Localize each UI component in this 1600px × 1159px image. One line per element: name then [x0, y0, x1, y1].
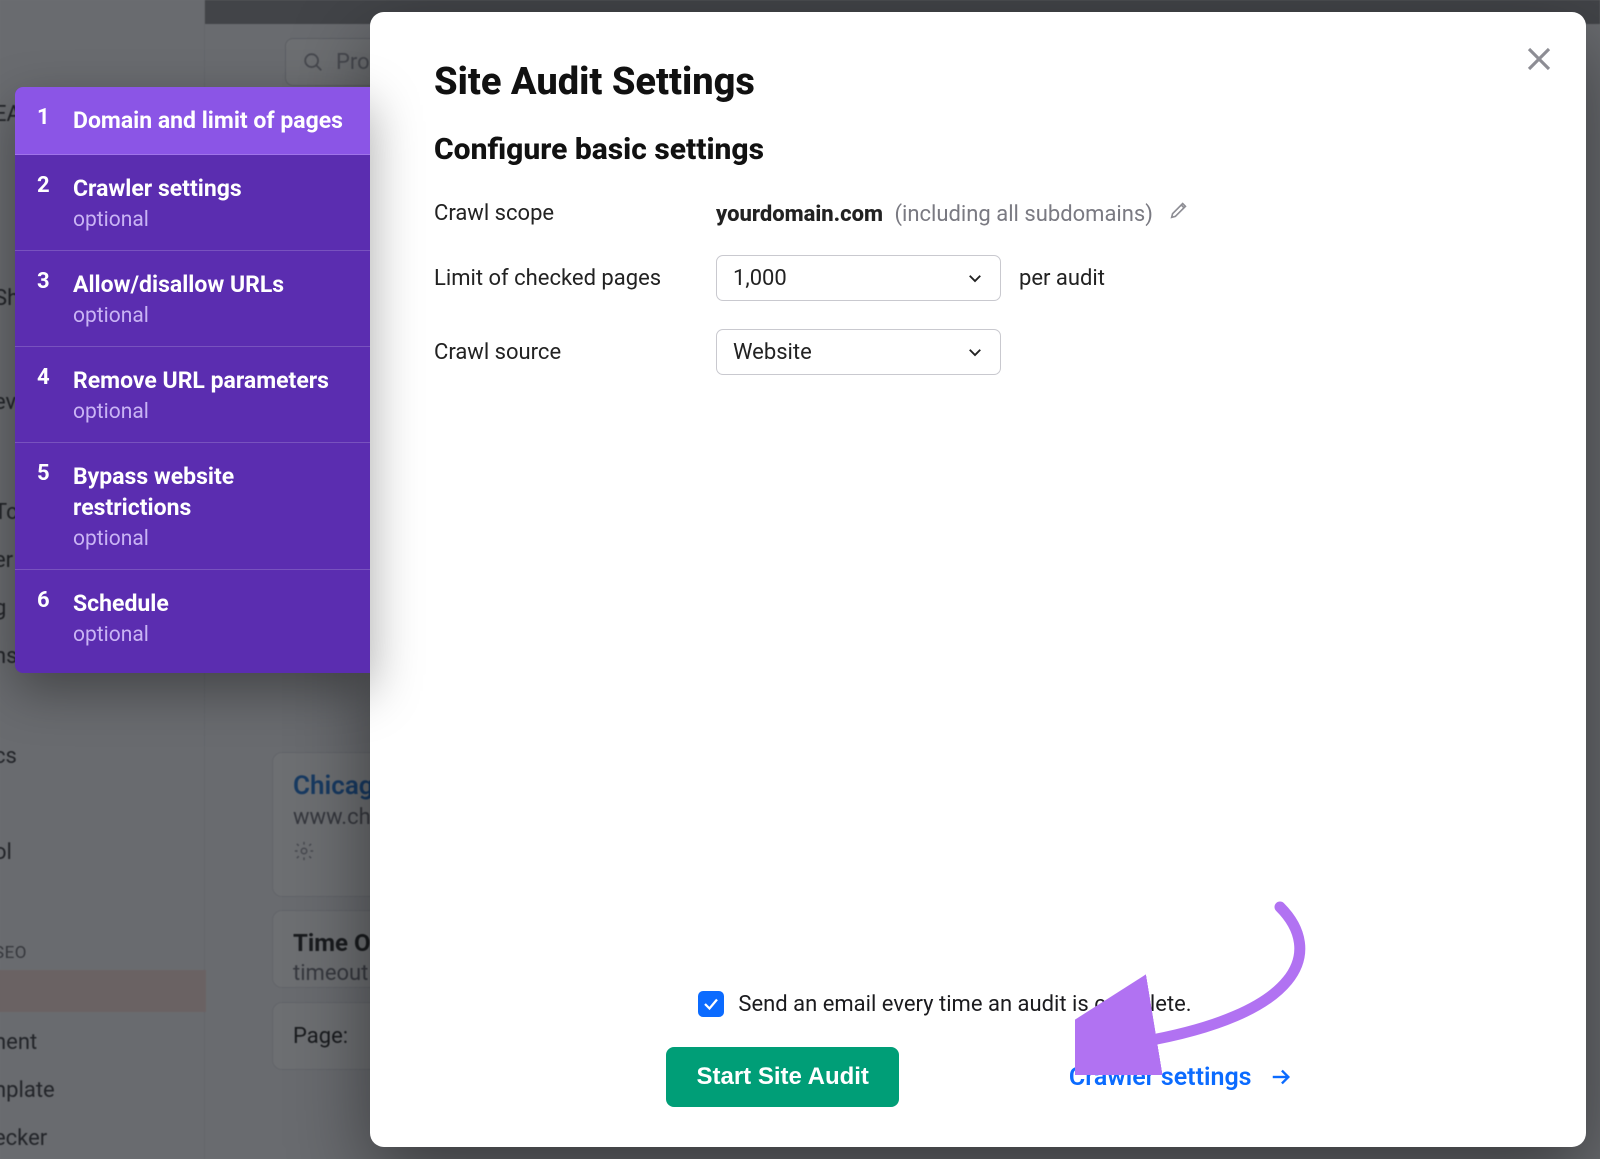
wizard-step-remove-params[interactable]: 4 Remove URL parameters optional: [15, 347, 370, 443]
step-number: 1: [37, 105, 51, 136]
pencil-icon: [1168, 199, 1190, 221]
step-number: 3: [37, 269, 51, 328]
check-icon: [702, 995, 720, 1013]
close-button[interactable]: [1520, 40, 1558, 78]
crawl-scope-value: yourdomain.com (including all subdomains…: [716, 199, 1190, 227]
email-notify-checkbox[interactable]: [698, 991, 724, 1017]
crawl-source-value: Website: [733, 340, 812, 365]
step-number: 5: [37, 461, 51, 551]
chevron-down-icon: [966, 343, 984, 361]
step-optional: optional: [73, 304, 284, 328]
row-limit-pages: Limit of checked pages 1,000 per audit: [434, 255, 1526, 301]
step-title: Crawler settings: [73, 173, 242, 204]
wizard-step-crawler[interactable]: 2 Crawler settings optional: [15, 155, 370, 251]
step-number: 6: [37, 588, 51, 647]
modal-footer: Send an email every time an audit is com…: [434, 991, 1526, 1107]
edit-scope-button[interactable]: [1168, 199, 1190, 221]
modal-title: Site Audit Settings: [434, 60, 1526, 104]
limit-suffix: per audit: [1019, 266, 1105, 291]
next-link-label: Crawler settings: [1069, 1063, 1252, 1092]
label-crawl-source: Crawl source: [434, 340, 716, 365]
site-audit-settings-modal: Site Audit Settings Configure basic sett…: [370, 12, 1586, 1147]
wizard-steps-nav: 1 Domain and limit of pages 2 Crawler se…: [15, 87, 370, 673]
step-optional: optional: [73, 623, 169, 647]
limit-pages-select[interactable]: 1,000: [716, 255, 1001, 301]
step-number: 4: [37, 365, 51, 424]
actions-row: Start Site Audit Crawler settings: [434, 1047, 1526, 1107]
step-title: Remove URL parameters: [73, 365, 329, 396]
wizard-step-bypass[interactable]: 5 Bypass website restrictions optional: [15, 443, 370, 570]
email-notify-label: Send an email every time an audit is com…: [738, 992, 1191, 1017]
start-site-audit-button[interactable]: Start Site Audit: [666, 1047, 898, 1107]
arrow-right-icon: [1268, 1066, 1294, 1088]
wizard-step-schedule[interactable]: 6 Schedule optional: [15, 570, 370, 673]
row-crawl-scope: Crawl scope yourdomain.com (including al…: [434, 199, 1526, 227]
wizard-step-urls[interactable]: 3 Allow/disallow URLs optional: [15, 251, 370, 347]
step-number: 2: [37, 173, 51, 232]
step-title: Bypass website restrictions: [73, 461, 350, 523]
scope-domain: yourdomain.com: [716, 202, 883, 227]
email-notify-row[interactable]: Send an email every time an audit is com…: [698, 991, 1191, 1017]
limit-pages-value: 1,000: [733, 266, 787, 291]
step-title: Domain and limit of pages: [73, 105, 343, 136]
row-crawl-source: Crawl source Website: [434, 329, 1526, 375]
crawler-settings-link[interactable]: Crawler settings: [1069, 1063, 1294, 1092]
step-title: Allow/disallow URLs: [73, 269, 284, 300]
label-crawl-scope: Crawl scope: [434, 201, 716, 226]
section-title: Configure basic settings: [434, 132, 1526, 167]
step-title: Schedule: [73, 588, 169, 619]
step-optional: optional: [73, 527, 350, 551]
wizard-step-domain[interactable]: 1 Domain and limit of pages: [15, 87, 370, 155]
step-optional: optional: [73, 400, 329, 424]
label-limit-pages: Limit of checked pages: [434, 266, 716, 291]
crawl-source-select[interactable]: Website: [716, 329, 1001, 375]
close-icon: [1524, 44, 1554, 74]
step-optional: optional: [73, 208, 242, 232]
chevron-down-icon: [966, 269, 984, 287]
scope-note: (including all subdomains): [895, 202, 1153, 227]
